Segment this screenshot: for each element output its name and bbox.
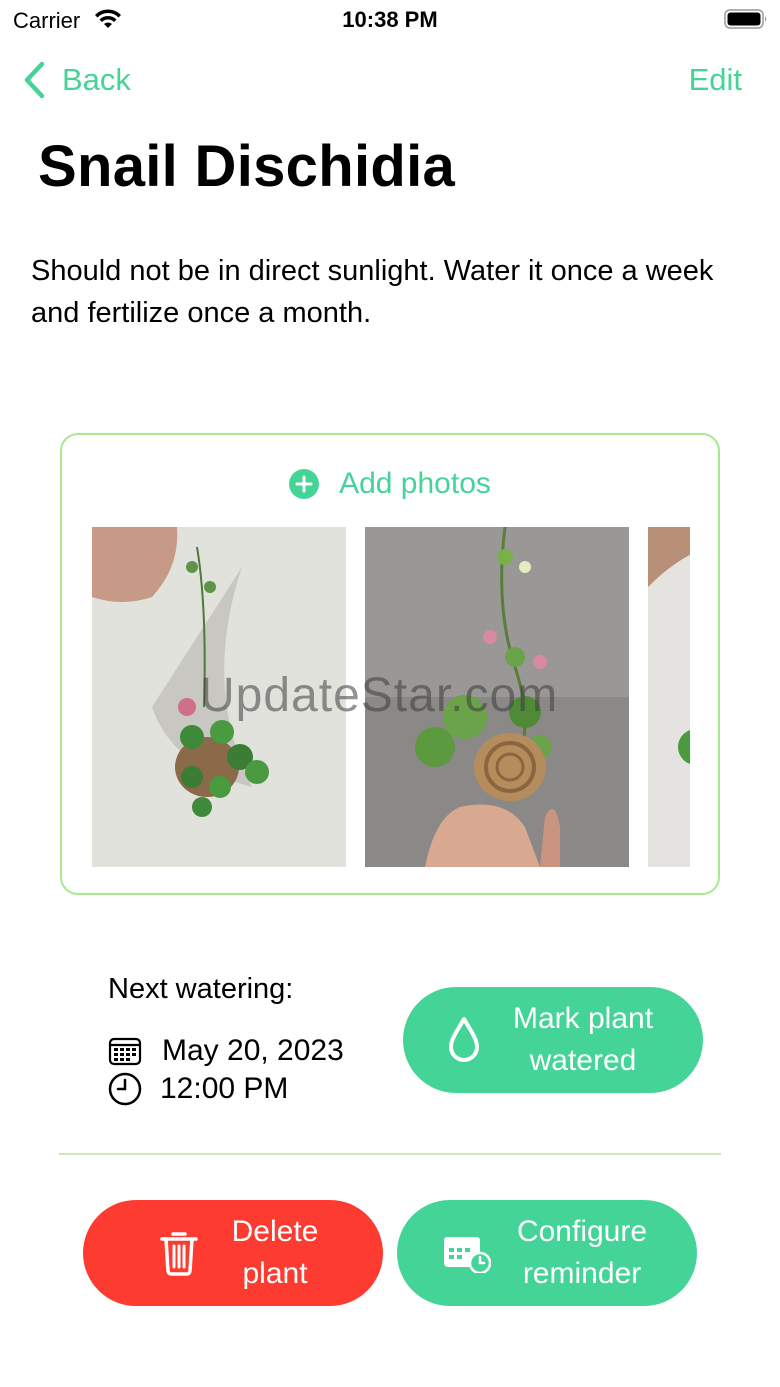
clock-icon [108, 1072, 142, 1106]
page-title: Snail Dischidia [38, 134, 456, 199]
photos-card: Add photos [60, 433, 720, 895]
delete-plant-label: Delete plant [231, 1215, 319, 1290]
configure-reminder-label: Configure reminder [516, 1215, 648, 1290]
next-watering-label: Next watering: [108, 973, 294, 1005]
water-drop-icon [449, 1017, 479, 1062]
plant-description: Should not be in direct sunlight. Water … [31, 255, 714, 329]
watermark: UpdateStar.com [200, 669, 559, 722]
trash-icon [160, 1232, 198, 1276]
back-label: Back [62, 62, 131, 97]
date-value: May 20, 2023 [162, 1034, 344, 1067]
status-time: 10:38 PM [342, 7, 438, 32]
chevron-left-icon [24, 61, 45, 99]
mark-watered-label: Mark plant watered [512, 1002, 654, 1077]
add-circle-icon [289, 469, 320, 499]
mark-watered-button[interactable]: Mark plant watered [403, 987, 703, 1093]
add-photos-label: Add photos [339, 467, 491, 500]
calendar-clock-icon [444, 1237, 491, 1273]
edit-button[interactable]: Edit [689, 62, 742, 98]
calendar-icon [108, 1037, 142, 1066]
divider [59, 1153, 721, 1155]
add-photos-button[interactable]: Add photos [62, 467, 718, 501]
time-value: 12:00 PM [160, 1072, 289, 1105]
back-button[interactable]: Back [22, 60, 131, 100]
configure-reminder-button[interactable]: Configure reminder [397, 1200, 697, 1306]
status-bar: Carrier 10:38 PM [0, 0, 780, 40]
next-watering-date: May 20, 2023 [108, 1034, 344, 1068]
next-watering-time: 12:00 PM [108, 1072, 288, 1106]
battery-icon [724, 9, 767, 29]
delete-plant-button[interactable]: Delete plant [83, 1200, 383, 1306]
plant-photo-3[interactable] [648, 527, 690, 867]
